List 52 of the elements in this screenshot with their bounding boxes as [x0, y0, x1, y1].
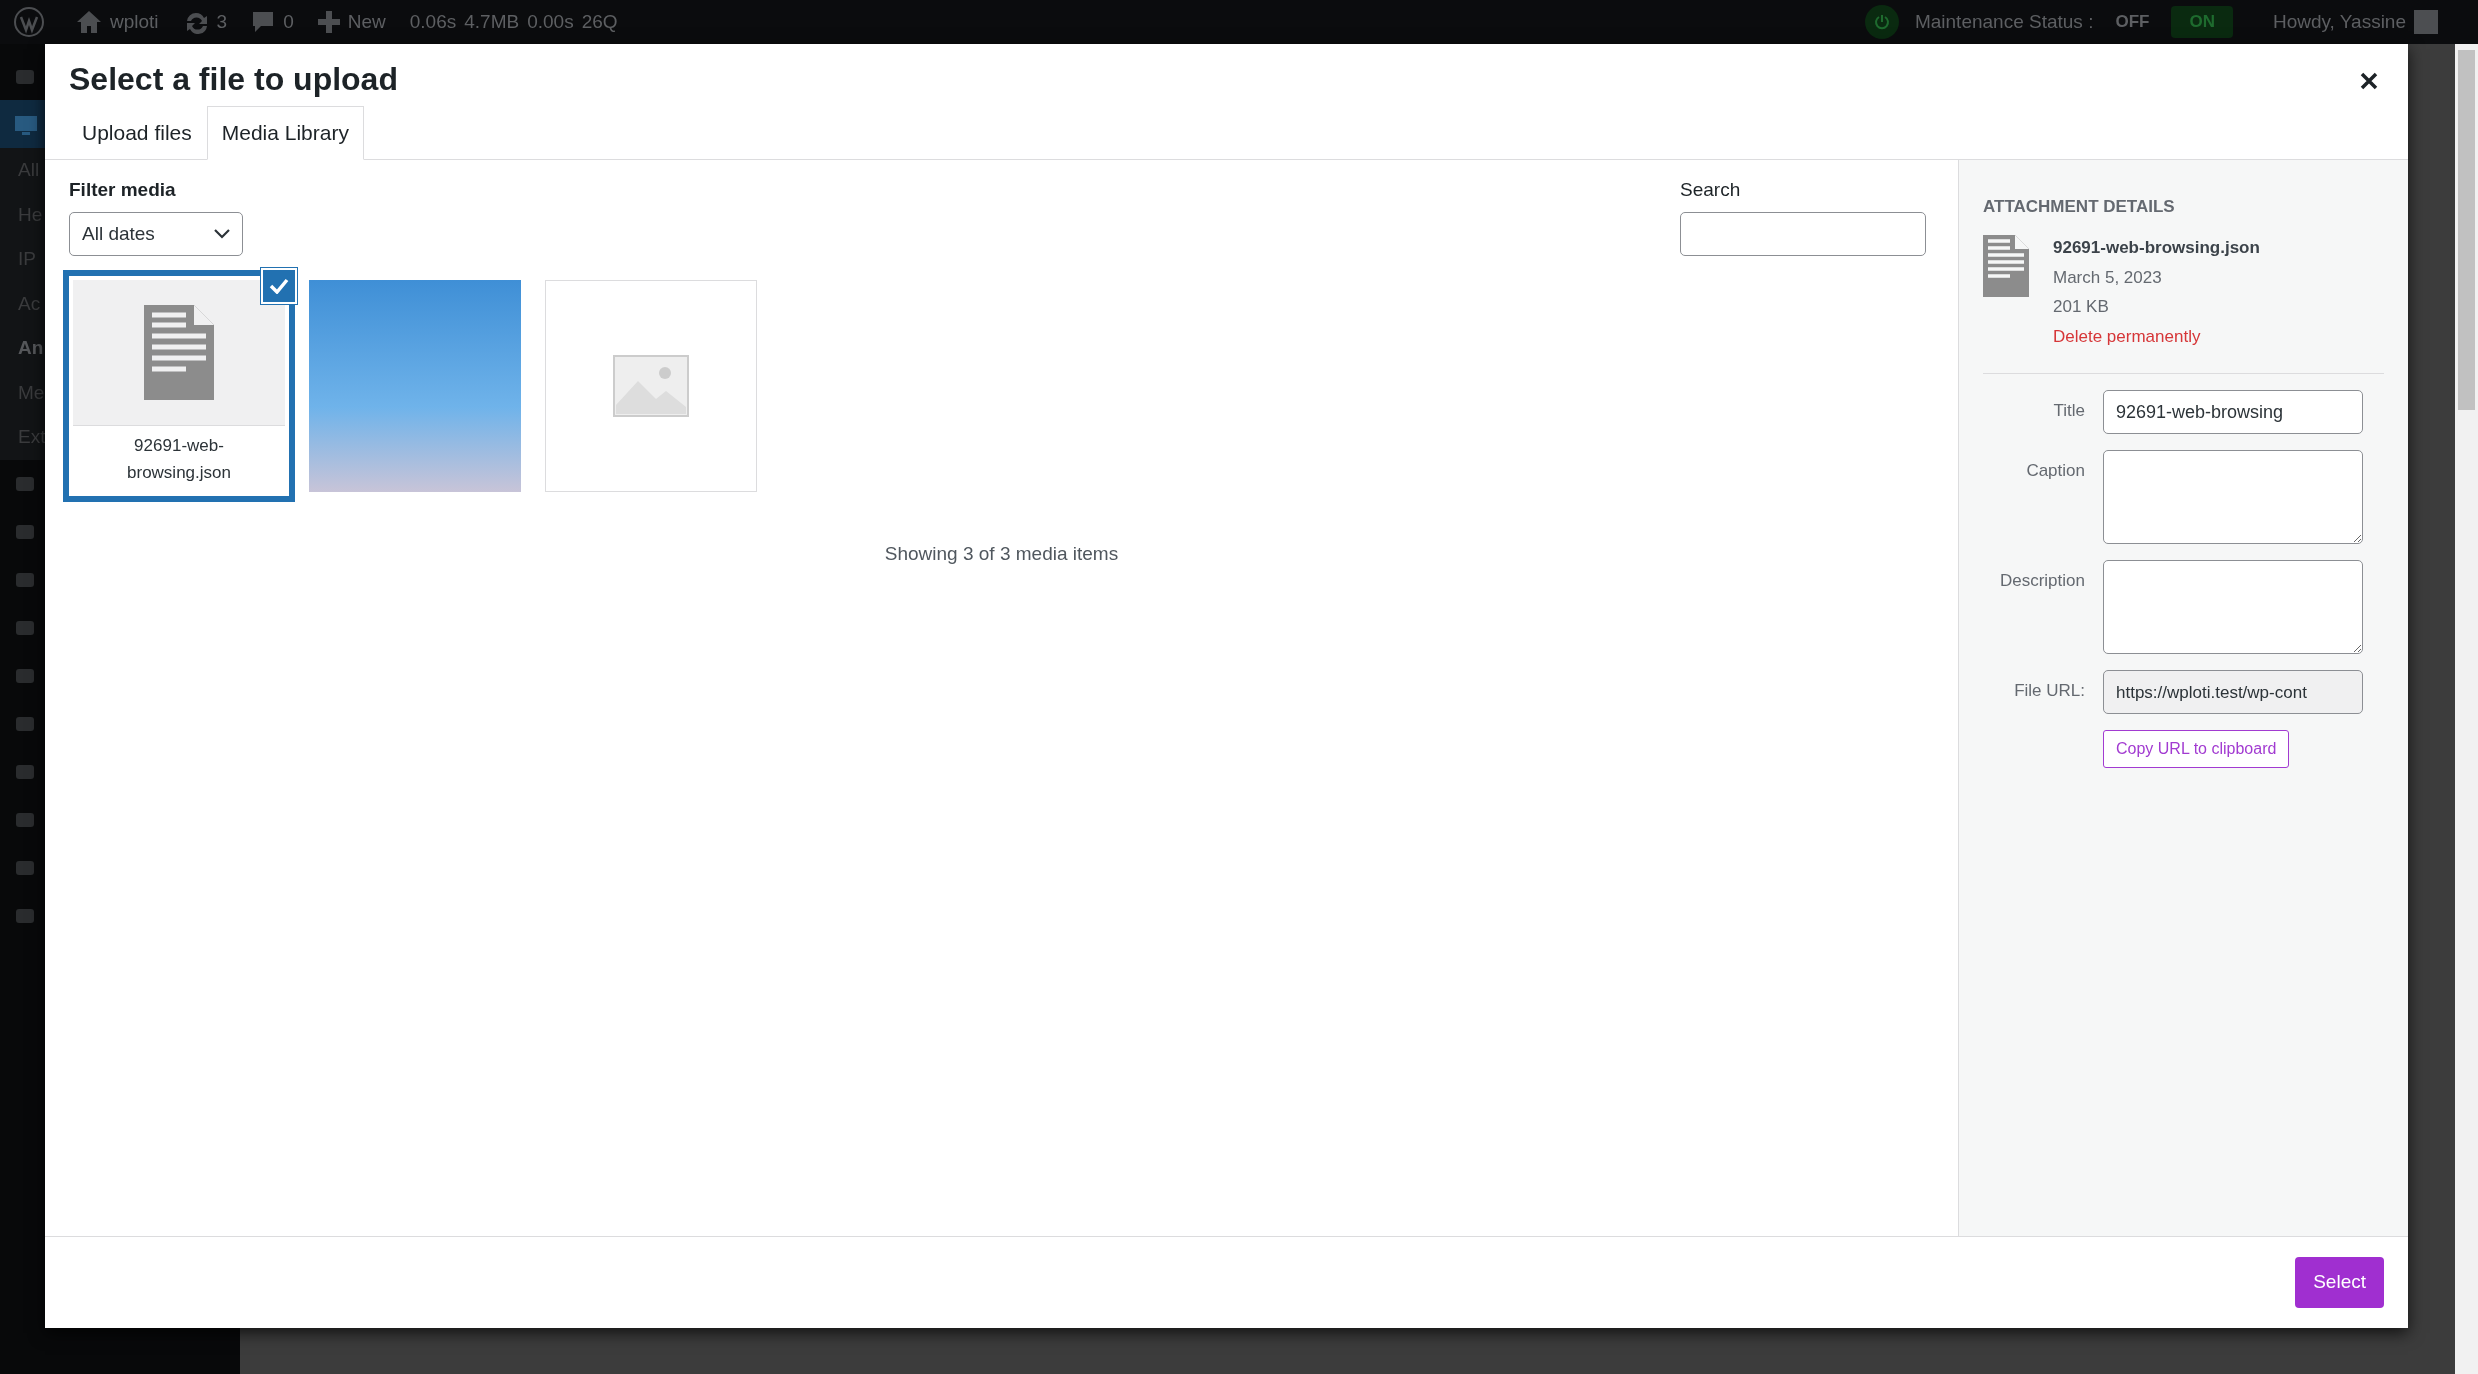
attachment-file-name: 92691-web-browsing.json	[2053, 237, 2260, 260]
date-filter-dropdown[interactable]: All dates	[69, 212, 243, 257]
select-button[interactable]: Select	[2295, 1257, 2384, 1308]
title-field[interactable]: 92691-web-browsing	[2103, 390, 2363, 435]
field-label: Caption	[2025, 460, 2086, 483]
file-name: 92691-web-browsing.json	[73, 425, 285, 493]
chevron-down-icon	[214, 229, 230, 240]
field-label: Title	[2052, 400, 2086, 423]
delete-permanently-link[interactable]: Delete permanently	[2053, 323, 2260, 350]
field-label: Description	[1998, 570, 2086, 593]
upload-date: March 5, 2023	[2053, 266, 2163, 289]
maintenance-toggle-option[interactable]: ON	[2171, 6, 2233, 38]
image-placeholder-icon	[613, 355, 689, 418]
new-link[interactable]: New	[347, 7, 386, 37]
tab[interactable]: Media Library	[206, 106, 364, 160]
text-area-field[interactable]	[2103, 560, 2363, 655]
updates-count[interactable]: 3	[216, 7, 228, 37]
filter-label: Filter media	[69, 177, 177, 202]
debug-stat[interactable]: 0.06s	[409, 7, 457, 37]
site-name-link[interactable]: wploti	[110, 7, 159, 37]
comment-icon	[251, 10, 276, 34]
debug-stat[interactable]: 4.7MB	[464, 7, 520, 37]
document-icon	[144, 305, 214, 401]
copy-url-button[interactable]: Copy URL to clipboard	[2103, 730, 2290, 769]
field-label: File URL:	[2013, 680, 2086, 703]
search-field[interactable]	[1680, 212, 1926, 257]
wordpress-logo-icon[interactable]	[14, 7, 44, 37]
attachment-details-heading: ATTACHMENT DETAILS	[1983, 195, 2176, 218]
tab[interactable]: Upload files	[67, 106, 207, 160]
search-label: Search	[1680, 177, 1742, 202]
document-icon	[1983, 235, 2029, 298]
media-tile[interactable]	[545, 280, 757, 493]
power-icon	[1864, 5, 1899, 39]
debug-stat[interactable]: 26Q	[581, 7, 618, 37]
scrollbar[interactable]	[2455, 44, 2478, 1374]
maintenance-toggle-option[interactable]: OFF	[2109, 6, 2156, 38]
text-area-field[interactable]	[2103, 450, 2363, 545]
modal-title: Select a file to upload	[69, 60, 398, 99]
close-icon[interactable]	[2360, 72, 2378, 90]
sidebar-submenu-item[interactable]: An	[18, 337, 44, 358]
file-size: 201 KB	[2053, 296, 2110, 319]
checkmark-icon[interactable]	[261, 268, 297, 305]
photo-placeholder[interactable]	[309, 280, 521, 493]
media-count-text: Showing 3 of 3 media items	[884, 543, 1119, 565]
comments-count[interactable]: 0	[283, 7, 294, 37]
maintenance-label: Maintenance Status :	[1914, 9, 2094, 34]
plus-icon	[317, 11, 340, 33]
home-icon	[76, 10, 102, 34]
greeting-link[interactable]: Howdy, Yassine	[2272, 7, 2406, 37]
avatar-icon[interactable]	[2414, 10, 2438, 34]
file-url-field[interactable]: https://wploti.test/wp-cont	[2103, 670, 2363, 715]
debug-stat[interactable]: 0.00s	[527, 7, 574, 37]
